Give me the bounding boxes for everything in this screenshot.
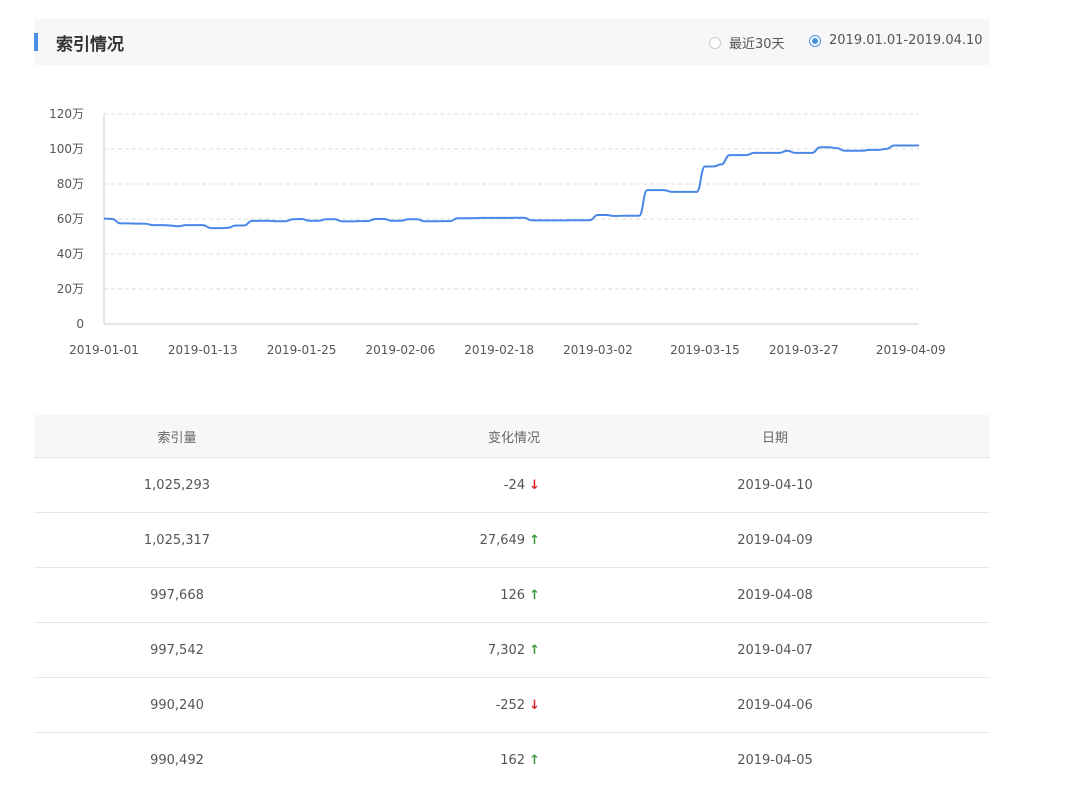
cell-date: 2019-04-07 — [737, 642, 813, 658]
cell-count: 990,240 — [150, 697, 204, 713]
cell-date: 2019-04-10 — [737, 477, 813, 493]
cell-change: -252 ↓ — [320, 698, 540, 713]
x-tick-label: 2019-03-15 — [670, 343, 740, 357]
y-tick-label: 20万 — [57, 282, 84, 296]
y-tick-label: 80万 — [57, 177, 84, 191]
cell-count: 990,492 — [150, 752, 204, 768]
arrow-up-icon: ↑ — [529, 752, 540, 768]
header-count: 索引量 — [157, 430, 197, 446]
arrow-up-icon: ↑ — [529, 532, 540, 548]
change-value: -252 — [495, 697, 526, 713]
index-line-chart: 0 20万 40万 60万 80万 100万 120万 2019-01-01 2019-01-1… — [49, 107, 946, 357]
cell-change: 7,302 ↑ — [320, 643, 540, 658]
table-row: 1,025,317 27,649 ↑ 2019-04-09 — [34, 512, 990, 567]
x-tick-label: 2019-03-27 — [769, 343, 839, 357]
cell-count: 997,668 — [150, 587, 204, 603]
x-tick-label: 2019-03-02 — [563, 343, 633, 357]
header-date: 日期 — [761, 430, 788, 446]
table-header: 索引量 变化情况 日期 — [34, 415, 990, 457]
change-value: 27,649 — [479, 532, 526, 548]
x-tick-label: 2019-02-18 — [464, 343, 534, 357]
cell-date: 2019-04-08 — [737, 587, 813, 603]
x-tick-label: 2019-04-09 — [876, 343, 946, 357]
y-tick-label: 0 — [76, 317, 84, 331]
change-value: 7,302 — [487, 642, 526, 658]
y-tick-label: 60万 — [57, 212, 84, 226]
x-tick-label: 2019-01-01 — [69, 343, 139, 357]
cell-change: 126 ↑ — [320, 588, 540, 603]
table-row: 997,668 126 ↑ 2019-04-08 — [34, 567, 990, 622]
x-tick-label: 2019-02-06 — [365, 343, 435, 357]
cell-change: -24 ↓ — [320, 478, 540, 493]
arrow-up-icon: ↑ — [529, 642, 540, 658]
change-value: 126 — [500, 587, 526, 603]
cell-count: 1,025,293 — [143, 477, 211, 493]
y-tick-label: 100万 — [49, 142, 84, 156]
arrow-up-icon: ↑ — [529, 587, 540, 603]
cell-date: 2019-04-06 — [737, 697, 813, 713]
cell-date: 2019-04-09 — [737, 532, 813, 548]
arrow-down-icon: ↓ — [529, 477, 540, 493]
cell-date: 2019-04-05 — [737, 752, 813, 768]
cell-count: 997,542 — [150, 642, 204, 658]
cell-count: 1,025,317 — [143, 532, 211, 548]
change-value: -24 — [503, 477, 526, 493]
index-table: 索引量 变化情况 日期 1,025,293 -24 ↓ 2019-04-10 1,025… — [34, 415, 990, 787]
table-row: 997,542 7,302 ↑ 2019-04-07 — [34, 622, 990, 677]
x-tick-label: 2019-01-13 — [168, 343, 238, 357]
y-tick-label: 40万 — [57, 247, 84, 261]
x-tick-label: 2019-01-25 — [267, 343, 337, 357]
table-row: 990,240 -252 ↓ 2019-04-06 — [34, 677, 990, 732]
table-row: 1,025,293 -24 ↓ 2019-04-10 — [34, 457, 990, 512]
change-value: 162 — [500, 752, 526, 768]
series-line — [103, 144, 919, 230]
table-row: 990,492 162 ↑ 2019-04-05 — [34, 732, 990, 787]
header-change: 变化情况 — [487, 430, 540, 446]
cell-change: 27,649 ↑ — [320, 533, 540, 548]
table-body: 1,025,293 -24 ↓ 2019-04-10 1,025,317 27,649 ↑ 2… — [34, 457, 990, 787]
cell-change: 162 ↑ — [320, 753, 540, 768]
y-tick-label: 120万 — [49, 107, 84, 121]
arrow-down-icon: ↓ — [529, 697, 540, 713]
